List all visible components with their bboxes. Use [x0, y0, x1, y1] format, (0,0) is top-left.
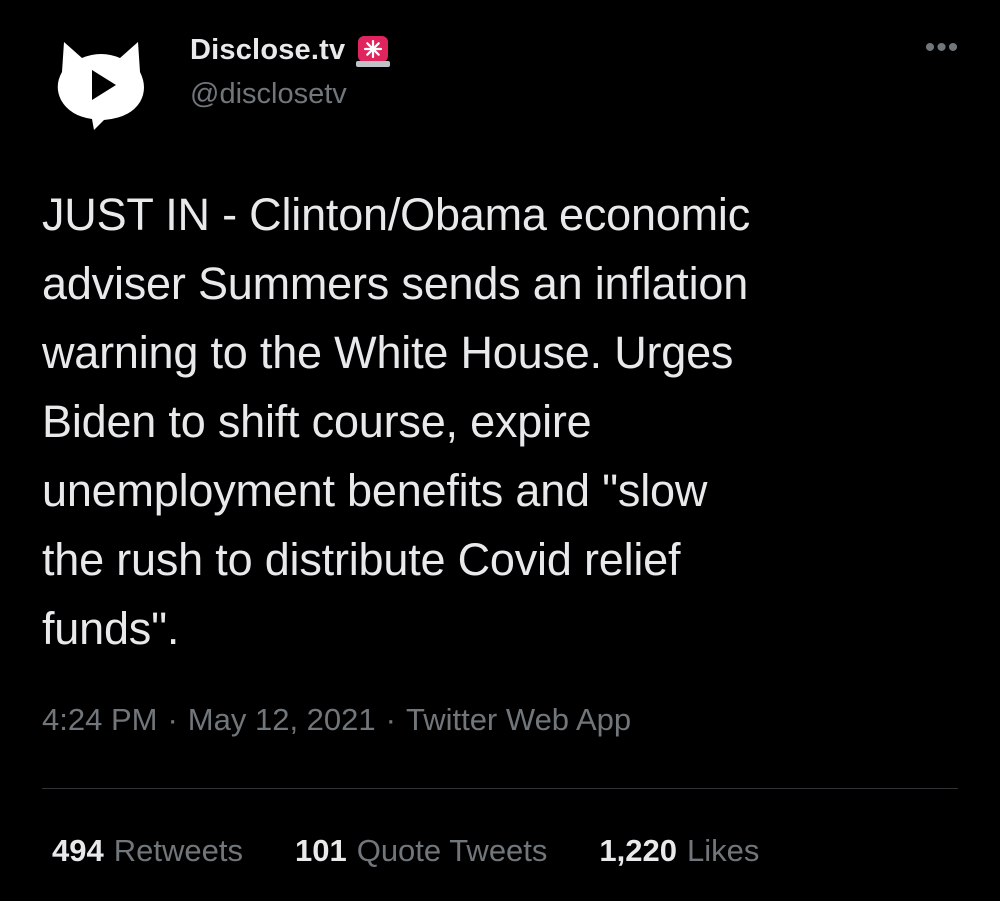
- tweet-source[interactable]: Twitter Web App: [406, 702, 631, 738]
- quote-tweets-stat[interactable]: 101 Quote Tweets: [295, 833, 547, 869]
- retweets-stat[interactable]: 494 Retweets: [52, 833, 243, 869]
- more-options-icon: •••: [924, 31, 960, 64]
- quote-tweets-label: Quote Tweets: [356, 833, 548, 868]
- engagement-stats: 494 Retweets 101 Quote Tweets 1,220 Like…: [52, 833, 811, 869]
- display-name[interactable]: Disclose.tv: [190, 34, 345, 67]
- tweet-metadata: 4:24 PM · May 12, 2021 · Twitter Web App: [42, 702, 631, 738]
- display-name-row: Disclose.tv: [190, 30, 393, 70]
- more-options-button[interactable]: •••: [912, 28, 972, 68]
- retweets-label: Retweets: [113, 833, 243, 868]
- user-handle[interactable]: @disclosetv: [190, 78, 393, 111]
- avatar[interactable]: [52, 38, 150, 130]
- meta-separator: ·: [167, 702, 178, 737]
- retweets-count: 494: [52, 833, 104, 868]
- tweet-time[interactable]: 4:24 PM: [42, 702, 157, 738]
- tweet-date[interactable]: May 12, 2021: [188, 702, 376, 738]
- tweet-text: JUST IN - Clinton/Obama economic adviser…: [42, 189, 751, 654]
- likes-label: Likes: [687, 833, 760, 868]
- divider: [42, 788, 958, 789]
- meta-separator: ·: [385, 702, 396, 737]
- quote-tweets-count: 101: [294, 833, 347, 868]
- likes-stat[interactable]: 1,220 Likes: [599, 833, 759, 869]
- police-siren-icon: [353, 30, 393, 70]
- likes-count: 1,220: [599, 833, 677, 868]
- user-info: Disclose.tv @disclosetv: [190, 30, 393, 111]
- play-cat-logo-icon: [57, 42, 144, 130]
- tweet-detail: Disclose.tv @disclosetv ••• JUST IN - Cl…: [0, 0, 1000, 901]
